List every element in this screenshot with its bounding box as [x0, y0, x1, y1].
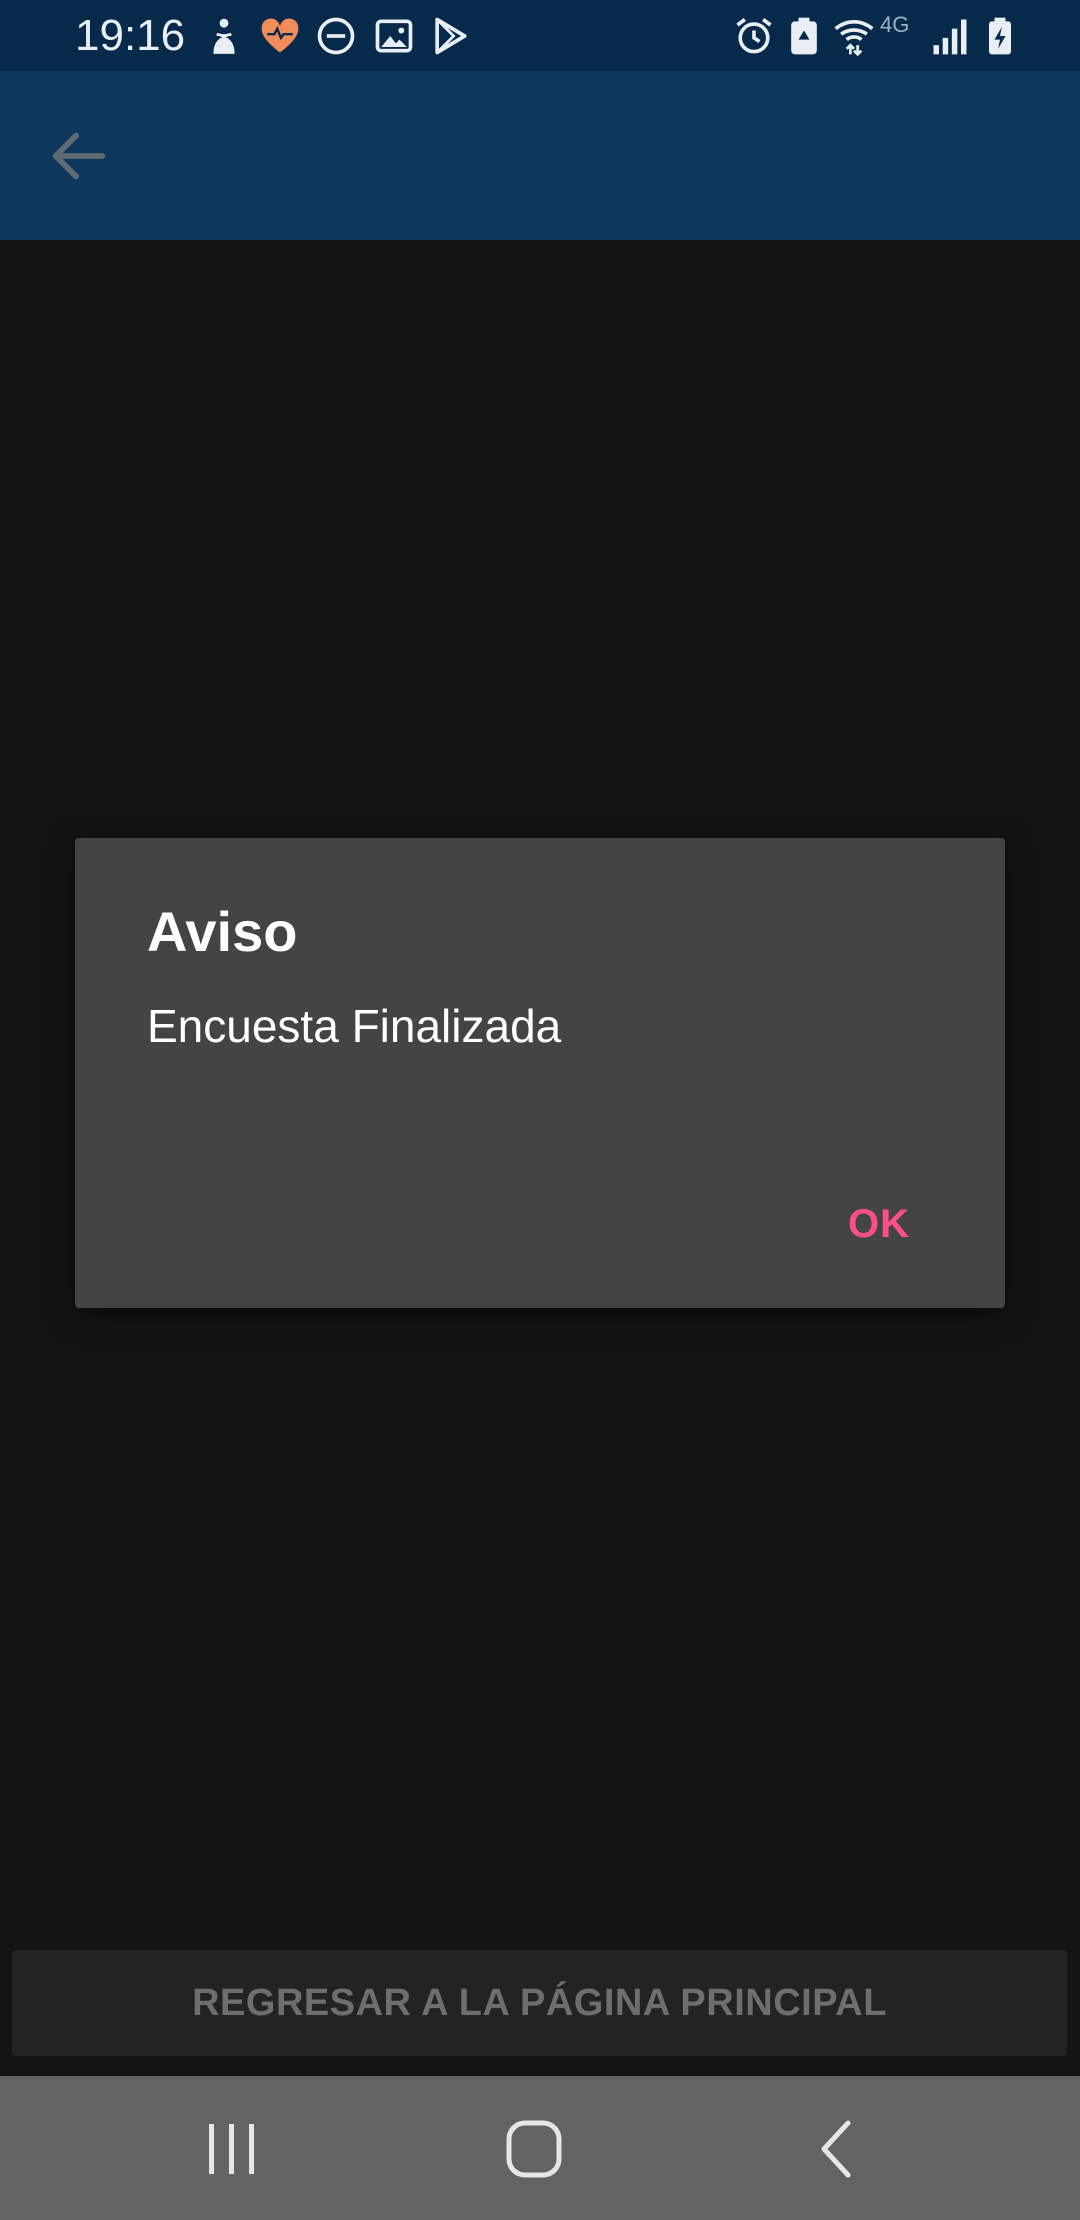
- return-home-button[interactable]: REGRESAR A LA PÁGINA PRINCIPAL: [12, 1950, 1067, 2056]
- do-not-disturb-icon: [314, 14, 358, 58]
- ok-button[interactable]: OK: [848, 1200, 910, 1248]
- wifi-icon: [832, 14, 876, 58]
- arrow-left-icon[interactable]: [44, 121, 114, 191]
- gallery-icon: [372, 14, 416, 58]
- accessibility-icon: [202, 14, 246, 58]
- app-bar: [0, 71, 1080, 240]
- dialog-title: Aviso: [147, 900, 298, 963]
- play-store-icon: [428, 14, 472, 58]
- back-chevron-icon[interactable]: [802, 2116, 872, 2182]
- battery-saver-icon: [782, 14, 826, 58]
- health-heart-icon: [258, 14, 302, 58]
- status-bar: 19:16 4G: [0, 0, 1080, 71]
- status-time: 19:16: [75, 11, 186, 60]
- dialog-message: Encuesta Finalizada: [147, 1000, 562, 1052]
- alarm-icon: [732, 14, 776, 58]
- network-type-label: 4G: [880, 12, 910, 37]
- navigation-bar: [0, 2076, 1080, 2220]
- signal-icon: [928, 14, 972, 58]
- screen: 19:16 4G Aviso Encuesta Finalizada OK RE…: [0, 0, 1080, 2220]
- home-icon[interactable]: [499, 2116, 569, 2182]
- recents-icon[interactable]: [197, 2116, 267, 2182]
- alert-dialog: Aviso Encuesta Finalizada OK: [75, 838, 1005, 1308]
- battery-charging-icon: [978, 14, 1022, 58]
